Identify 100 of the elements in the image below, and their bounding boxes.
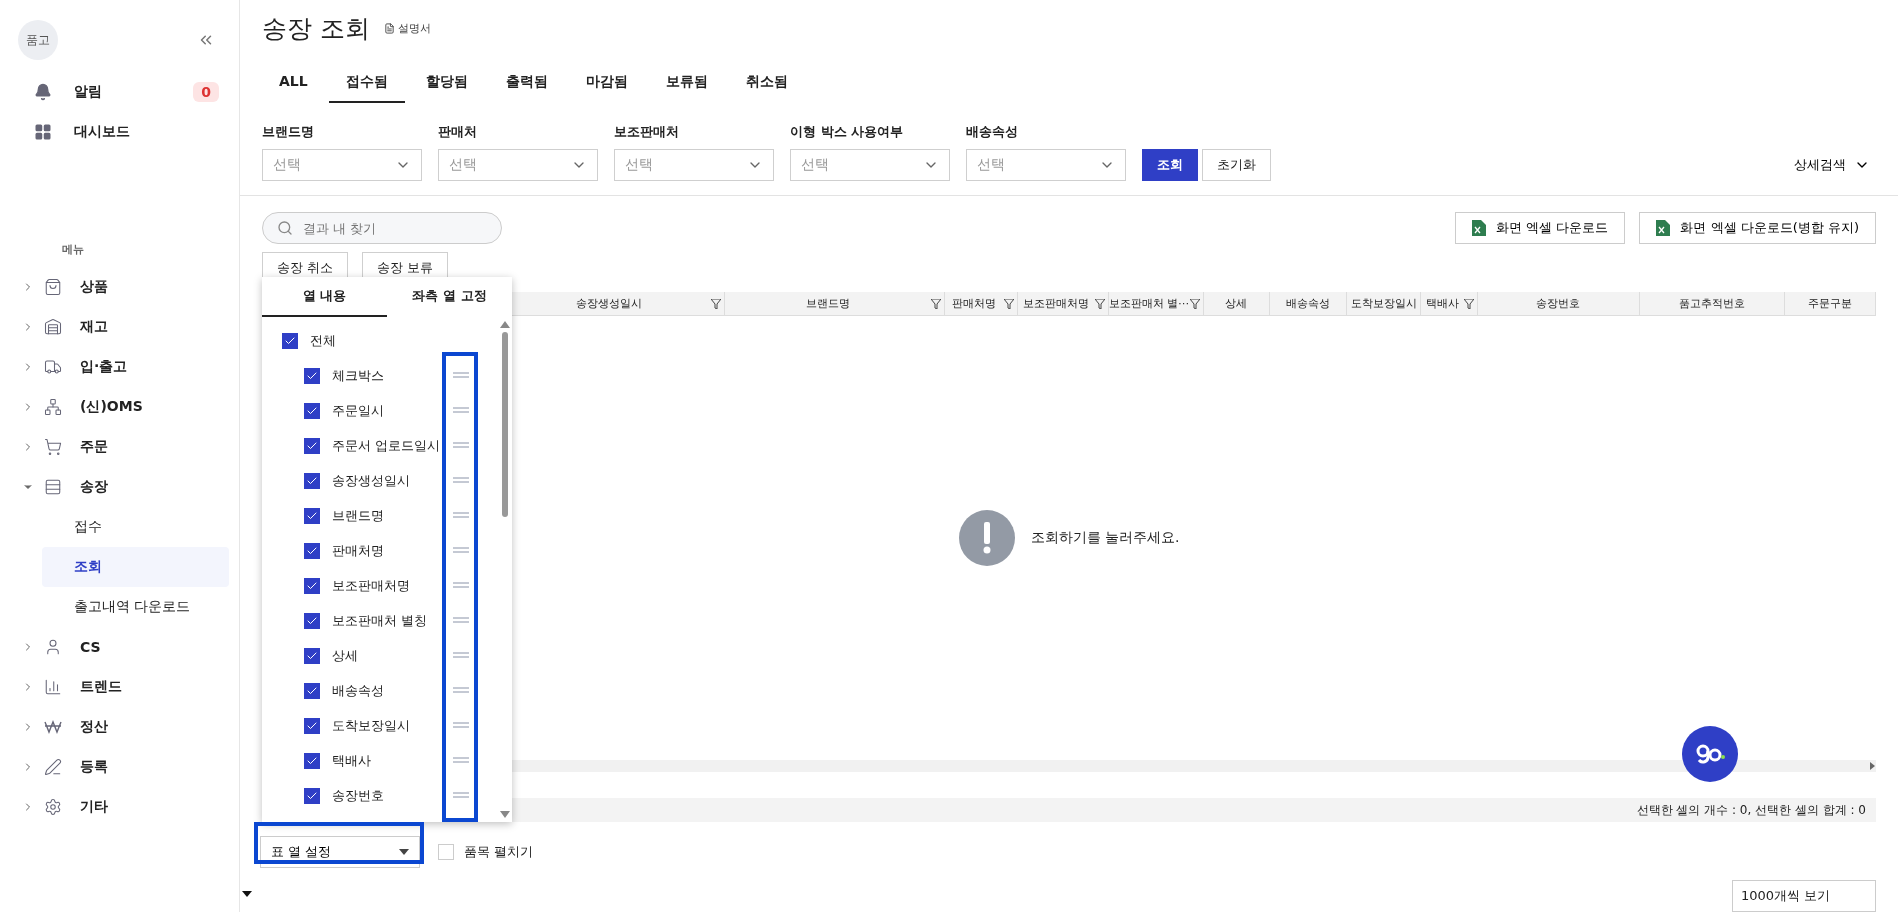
search-field[interactable]: 결과 내 찾기 bbox=[262, 212, 502, 244]
status-tab[interactable]: 할당됨 bbox=[408, 67, 485, 103]
status-tab[interactable]: 마감됨 bbox=[568, 67, 645, 103]
menu-item[interactable]: 트렌드 bbox=[0, 667, 239, 707]
drag-handle-icon[interactable] bbox=[452, 370, 470, 380]
option-label: 도착보장일시 bbox=[332, 716, 410, 735]
excel-download-button[interactable]: 화면 엑셀 다운로드(병합 유지) bbox=[1639, 212, 1876, 244]
drag-handle-icon[interactable] bbox=[452, 510, 470, 520]
drag-handle-icon[interactable] bbox=[452, 405, 470, 415]
option-label: 택배사 bbox=[332, 751, 371, 770]
drag-handle-icon[interactable] bbox=[452, 475, 470, 485]
filter-label: 배송속성 bbox=[966, 123, 1019, 141]
drag-handle-icon[interactable] bbox=[452, 440, 470, 450]
drag-handle-icon[interactable] bbox=[452, 650, 470, 660]
checkbox[interactable] bbox=[304, 612, 320, 629]
search-input[interactable]: 결과 내 찾기 bbox=[301, 219, 487, 237]
column-header[interactable]: 송장번호 bbox=[1477, 292, 1640, 315]
drag-handle-icon[interactable] bbox=[452, 790, 470, 800]
nav-item[interactable]: 알림 bbox=[74, 83, 102, 101]
drag-handle-icon[interactable] bbox=[452, 755, 470, 765]
menu-item[interactable]: 정산 bbox=[0, 707, 239, 747]
drag-handle-icon[interactable] bbox=[452, 685, 470, 695]
menu-item[interactable]: 기타 bbox=[0, 787, 239, 827]
drag-handle-icon[interactable] bbox=[452, 720, 470, 730]
option-label: 상세 bbox=[332, 646, 358, 665]
option-label: 전체 bbox=[310, 331, 336, 350]
excel-download-button[interactable]: 화면 엑셀 다운로드 bbox=[1455, 212, 1626, 244]
checkbox[interactable] bbox=[304, 437, 320, 454]
scroll-up-icon[interactable] bbox=[500, 321, 510, 328]
submenu-item[interactable]: 접수 bbox=[42, 507, 229, 547]
column-header[interactable]: 보조판매처명 bbox=[1017, 292, 1109, 315]
checkbox[interactable] bbox=[304, 682, 320, 699]
column-header[interactable]: 상세 bbox=[1204, 292, 1270, 315]
option-label: 보조판매처명 bbox=[332, 576, 410, 595]
column-header[interactable]: 판매처명 bbox=[944, 292, 1018, 315]
empty-message: 조회하기를 눌러주세요. bbox=[1030, 529, 1180, 547]
page-size-select[interactable]: 1000개씩 보기 bbox=[1732, 880, 1876, 912]
filter-icon[interactable] bbox=[930, 299, 941, 309]
filter-icon[interactable] bbox=[711, 299, 722, 309]
menu-item[interactable]: 재고 bbox=[0, 307, 239, 347]
caret-icon bbox=[399, 849, 409, 855]
status-tab[interactable]: 보류됨 bbox=[648, 67, 725, 103]
column-header[interactable]: 택배사 bbox=[1421, 292, 1478, 315]
column-header[interactable]: 주문구분 bbox=[1785, 292, 1876, 315]
filter-icon[interactable] bbox=[1463, 299, 1474, 309]
column-header[interactable]: 브랜드명 bbox=[725, 292, 945, 315]
manual-link[interactable]: 설명서 bbox=[383, 21, 431, 36]
chat-logo-icon bbox=[1695, 743, 1725, 765]
chat-button[interactable] bbox=[1682, 726, 1738, 782]
menu-item[interactable]: 송장 bbox=[0, 467, 239, 507]
filter-icon[interactable] bbox=[1190, 299, 1201, 309]
nav-item[interactable]: 대시보드 bbox=[74, 123, 130, 141]
filter-icon[interactable] bbox=[1003, 299, 1014, 309]
scroll-down-icon[interactable] bbox=[500, 811, 510, 818]
checkbox[interactable] bbox=[304, 542, 320, 559]
column-header[interactable]: 보조판매처 별⋯ bbox=[1108, 292, 1205, 315]
status-tab[interactable]: ALL bbox=[262, 67, 325, 103]
column-header[interactable]: 배송속성 bbox=[1269, 292, 1347, 315]
status-tab[interactable]: 취소됨 bbox=[728, 67, 805, 103]
filter-icon[interactable] bbox=[1094, 299, 1105, 309]
reset-button[interactable]: 초기화 bbox=[1202, 149, 1271, 181]
checkbox[interactable] bbox=[304, 752, 320, 769]
menu-item[interactable]: CS bbox=[0, 627, 239, 667]
checkbox[interactable] bbox=[304, 402, 320, 419]
count-badge: 0 bbox=[193, 82, 219, 102]
scroll-arrow-icon[interactable] bbox=[1868, 762, 1876, 770]
menu-item[interactable]: 등록 bbox=[0, 747, 239, 787]
expand-items-checkbox[interactable]: 품목 펼치기 bbox=[438, 843, 534, 861]
menu-item[interactable]: (신)OMS bbox=[0, 387, 239, 427]
checkbox[interactable] bbox=[304, 787, 320, 804]
drag-handle-icon[interactable] bbox=[452, 545, 470, 555]
advanced-search-button[interactable]: 상세검색 bbox=[1788, 155, 1876, 175]
page-title: 송장 조회 bbox=[262, 13, 370, 45]
option-label: 주문일시 bbox=[332, 401, 384, 420]
search-button[interactable]: 조회 bbox=[1142, 149, 1198, 181]
checkbox[interactable] bbox=[304, 577, 320, 594]
filter-label: 보조판매처 bbox=[614, 123, 680, 141]
column-header[interactable]: 품고추적번호 bbox=[1639, 292, 1786, 315]
submenu-item[interactable]: 조회 bbox=[42, 547, 229, 587]
option-label: 배송속성 bbox=[332, 681, 384, 700]
logo: 품고 bbox=[18, 20, 58, 60]
checkbox[interactable] bbox=[304, 507, 320, 524]
drag-handle-icon[interactable] bbox=[452, 580, 470, 590]
status-tab[interactable]: 접수됨 bbox=[328, 67, 405, 103]
status-tab[interactable]: 출력됨 bbox=[488, 67, 565, 103]
menu-item[interactable]: 주문 bbox=[0, 427, 239, 467]
checkbox[interactable] bbox=[304, 647, 320, 664]
checkbox[interactable] bbox=[282, 332, 298, 349]
checkbox[interactable] bbox=[304, 717, 320, 734]
bell-icon bbox=[34, 83, 52, 101]
submenu-item[interactable]: 출고내역 다운로드 bbox=[42, 587, 229, 627]
menu-item[interactable]: 입·출고 bbox=[0, 347, 239, 387]
grid-icon bbox=[34, 123, 52, 141]
popup-tab[interactable]: 열 내용 bbox=[262, 277, 387, 317]
caret-icon bbox=[242, 891, 252, 897]
menu-item[interactable]: 상품 bbox=[0, 267, 239, 307]
drag-handle-icon[interactable] bbox=[452, 615, 470, 625]
checkbox[interactable] bbox=[304, 367, 320, 384]
checkbox[interactable] bbox=[304, 472, 320, 489]
column-header[interactable]: 도착보장일시 bbox=[1346, 292, 1422, 315]
